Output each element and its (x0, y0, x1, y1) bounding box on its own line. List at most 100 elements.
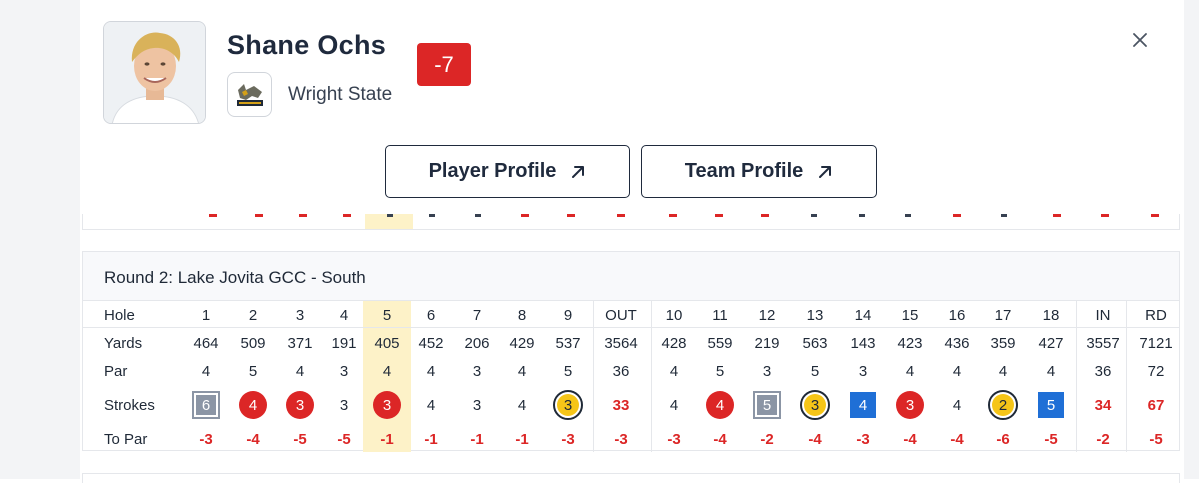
arrow-up-right-icon (819, 165, 832, 178)
hole-cell: OUT (605, 306, 637, 324)
strokes-cell: 4 (696, 389, 744, 421)
par-cell: 4 (295, 362, 305, 380)
par-cell: 3 (472, 362, 482, 380)
yards-cell: 436 (944, 334, 970, 352)
yards-cell: 464 (193, 334, 219, 352)
par-cell: 3 (858, 362, 868, 380)
team-profile-label: Team Profile (684, 160, 804, 182)
par-cell: 4 (905, 362, 915, 380)
round-2-scorecard: Round 2: Lake Jovita GCC - South Hole Ya… (82, 251, 1180, 452)
par-cell: 3 (339, 362, 349, 380)
birdie-marker: 3 (896, 391, 924, 419)
total-score-badge: -7 (417, 43, 471, 86)
hole-cell: 5 (382, 306, 392, 324)
double-bogey-marker: 6 (192, 391, 220, 419)
par-cell: 5 (715, 362, 725, 380)
par-cell: 4 (382, 362, 392, 380)
birdie-marker: 3 (286, 391, 314, 419)
bogey-marker: 5 (1038, 392, 1064, 418)
to-par-cell: -2 (1096, 430, 1110, 448)
hole-cell: 15 (901, 306, 919, 324)
par-cell: 4 (952, 362, 962, 380)
double-bogey-marker: 5 (753, 391, 781, 419)
eagle-marker: 3 (553, 390, 583, 420)
yards-cell: 191 (331, 334, 357, 352)
to-par-cell: -5 (1044, 430, 1058, 448)
row-label-to-par: To Par (104, 430, 148, 448)
yards-cell: 423 (897, 334, 923, 352)
eagle-marker: 3 (800, 390, 830, 420)
row-label-hole: Hole (104, 306, 135, 324)
yards-cell: 143 (850, 334, 876, 352)
hole-cell: 12 (758, 306, 776, 324)
yards-cell: 537 (555, 334, 581, 352)
hole-cell: 13 (806, 306, 824, 324)
par-cell: 5 (563, 362, 573, 380)
strokes-cell: 34 (1094, 396, 1112, 414)
yards-cell: 563 (802, 334, 828, 352)
team-name: Wright State (288, 84, 393, 105)
par-cell: 5 (810, 362, 820, 380)
row-label-yards: Yards (104, 334, 143, 352)
to-par-cell: -5 (1149, 430, 1163, 448)
to-par-cell: -2 (760, 430, 774, 448)
hole-cell: 14 (854, 306, 872, 324)
team-logo (227, 72, 272, 117)
par-cell: 4 (998, 362, 1008, 380)
yards-cell: 559 (707, 334, 733, 352)
round-header: Round 2: Lake Jovita GCC - South (83, 252, 1179, 301)
strokes-cell: 3 (886, 389, 934, 421)
yards-cell: 3564 (604, 334, 638, 352)
yards-cell: 427 (1038, 334, 1064, 352)
player-photo (103, 21, 206, 124)
strokes-cell: 3 (453, 389, 501, 421)
strokes-cell: 6 (182, 389, 230, 421)
strokes-cell: 4 (650, 389, 698, 421)
divider-in (1076, 301, 1077, 452)
par-cell: 4 (1046, 362, 1056, 380)
to-par-cell: -4 (903, 430, 917, 448)
player-name: Shane Ochs (227, 30, 387, 60)
par-cell: 5 (248, 362, 258, 380)
yards-cell: 371 (287, 334, 313, 352)
strokes-cell: 4 (933, 389, 981, 421)
hole-cell: 18 (1042, 306, 1060, 324)
team-profile-button[interactable]: Team Profile (641, 145, 877, 198)
strokes-cell: 3 (544, 389, 592, 421)
to-par-cell: -3 (614, 430, 628, 448)
hole-cell: 4 (339, 306, 349, 324)
strokes-cell: 33 (612, 396, 630, 414)
yards-cell: 219 (754, 334, 780, 352)
strokes-cell: 3 (791, 389, 839, 421)
yards-cell: 452 (418, 334, 444, 352)
row-label-par: Par (104, 362, 128, 380)
par-cell: 3 (762, 362, 772, 380)
strokes-cell: 3 (320, 389, 368, 421)
to-par-cell: -5 (337, 430, 351, 448)
yards-cell: 3557 (1086, 334, 1120, 352)
close-button[interactable] (1126, 26, 1154, 54)
strokes-cell: 2 (979, 389, 1027, 421)
to-par-cell: -3 (667, 430, 681, 448)
page-backdrop-left (0, 0, 80, 479)
arrow-up-right-icon (572, 165, 585, 178)
par-cell: 4 (426, 362, 436, 380)
close-icon (1133, 33, 1147, 47)
to-par-cell: -4 (246, 430, 260, 448)
hole-cell: IN (1095, 306, 1111, 324)
par-marker: 3 (339, 396, 349, 414)
to-par-cell: -1 (424, 430, 438, 448)
strokes-cell: 4 (498, 389, 546, 421)
par-cell: 4 (669, 362, 679, 380)
hole-cell: 17 (994, 306, 1012, 324)
yards-cell: 509 (240, 334, 266, 352)
hole-cell: 8 (517, 306, 527, 324)
strokes-cell: 5 (1027, 389, 1075, 421)
eagle-marker: 2 (988, 390, 1018, 420)
par-cell: 4 (517, 362, 527, 380)
player-profile-button[interactable]: Player Profile (385, 145, 630, 198)
par-cell: 72 (1147, 362, 1165, 380)
par-marker: 4 (952, 396, 962, 414)
strokes-cell: 4 (229, 389, 277, 421)
hole-cell: 9 (563, 306, 573, 324)
